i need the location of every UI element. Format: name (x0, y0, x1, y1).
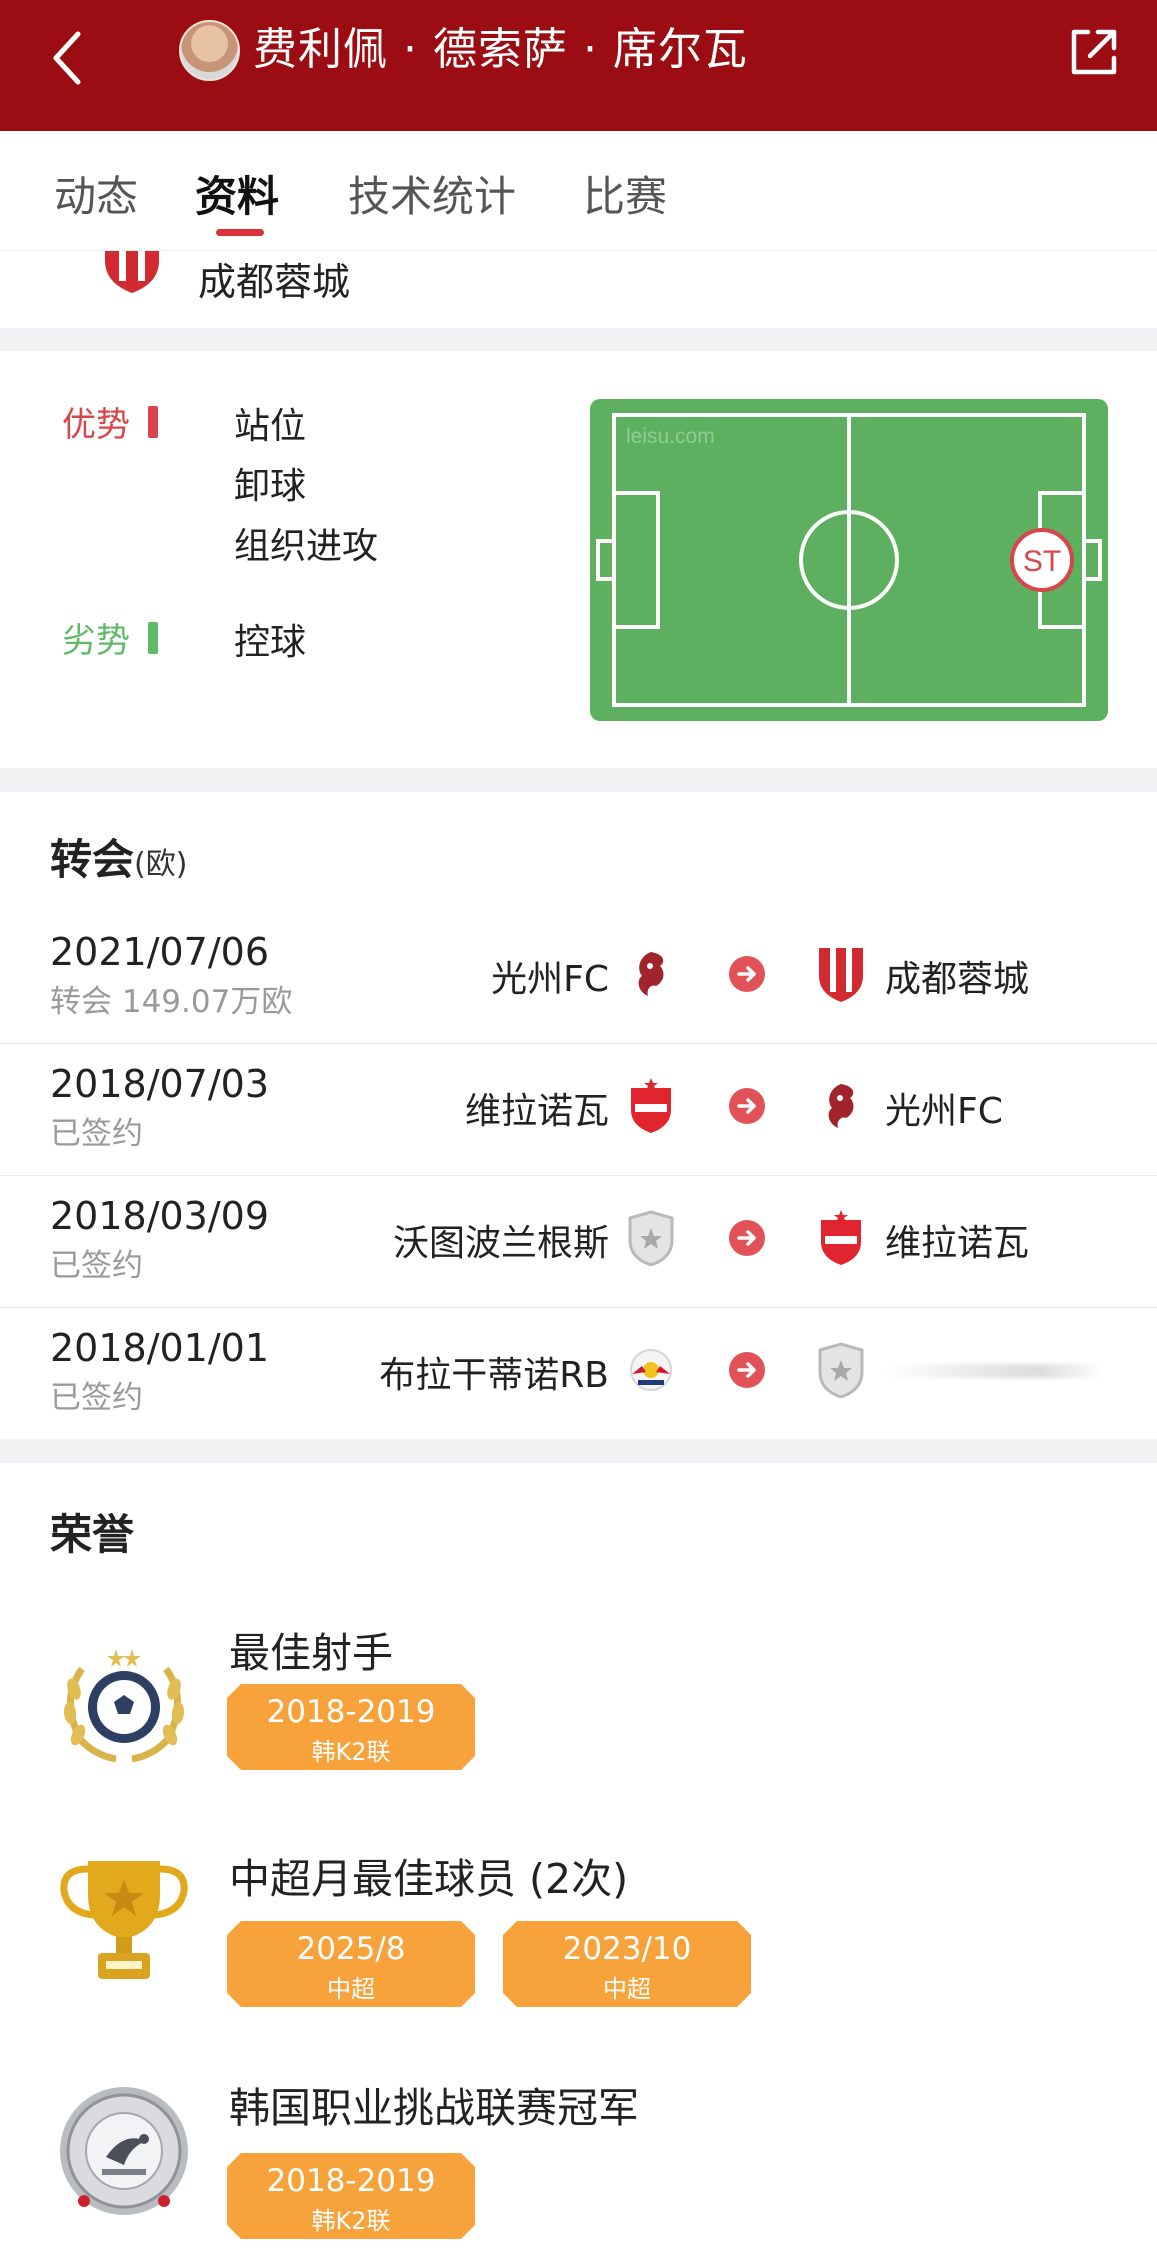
advantage-marker (148, 406, 158, 438)
tab-stats[interactable]: 技术统计 (348, 163, 516, 224)
badge-season: 2023/10 (562, 1931, 692, 1967)
active-tab-indicator (216, 229, 264, 236)
honor-season-badge[interactable]: 2018-2019 韩K2联 (227, 1684, 475, 1770)
to-club: 光州FC (885, 1091, 1003, 1132)
transfer-row[interactable]: 2018/07/03 已签约 维拉诺瓦 光州FC (0, 1044, 1157, 1176)
arrow-right-icon (729, 1352, 765, 1388)
from-club: 光州FC (491, 959, 609, 1000)
honor-title: 最佳射手 (229, 1629, 393, 1677)
share-icon[interactable] (1066, 24, 1122, 80)
badge-league: 韩K2联 (311, 1738, 391, 1766)
transfer-date: 2018/01/01 (50, 1326, 270, 1370)
badge-league: 中超 (603, 1975, 651, 2003)
honor-season-badge[interactable]: 2023/10 中超 (503, 1921, 751, 2007)
honor-season-badge[interactable]: 2018-2019 韩K2联 (227, 2153, 475, 2239)
arrow-right-icon (729, 956, 765, 992)
position-card: 优势 站位 卸球 组织进攻 劣势 控球 leisu.com ST (0, 351, 1157, 768)
arrow-right-icon (729, 1220, 765, 1256)
vila-nova-logo-icon (631, 1078, 671, 1133)
player-name: 费利佩 · 德索萨 · 席尔瓦 (253, 24, 748, 75)
position-marker-label: ST (1023, 545, 1061, 578)
transfer-note: 已签约 (50, 1116, 143, 1152)
from-club: 布拉干蒂诺RB (379, 1355, 609, 1396)
transfer-note: 已签约 (50, 1248, 143, 1284)
advantage-label: 优势 (62, 405, 130, 445)
advantage-item: 卸球 (234, 466, 307, 507)
to-club: 成都蓉城 (885, 959, 1030, 1000)
arrow-right-icon (729, 1088, 765, 1124)
vila-nova-logo-icon (821, 1210, 861, 1265)
honors-card: 荣誉 最佳射手 2018-2019 韩K2联 中超月最佳球员 (2次) 2025… (0, 1463, 1157, 2254)
badge-league: 中超 (327, 1975, 375, 2003)
transfer-row[interactable]: 2018/01/01 已签约 布拉干蒂诺RB (0, 1308, 1157, 1440)
tab-dynamics[interactable]: 动态 (54, 163, 138, 224)
trophy-cup-icon (60, 1861, 188, 1979)
transfer-date: 2018/07/03 (50, 1062, 270, 1106)
tab-bar: 动态 资料 技术统计 比赛 (0, 131, 1157, 251)
default-club-shield-icon (818, 1342, 864, 1398)
honors-title: 荣誉 (50, 1510, 135, 1559)
red-bull-logo-icon (630, 1349, 672, 1391)
transfer-date: 2018/03/09 (50, 1194, 270, 1238)
disadvantage-item: 控球 (234, 622, 307, 663)
badge-league: 韩K2联 (311, 2207, 391, 2235)
blurred-club-name (885, 1364, 1105, 1378)
transfers-title-text: 转会 (50, 835, 135, 884)
from-club: 维拉诺瓦 (464, 1091, 609, 1132)
disadvantage-marker (148, 622, 158, 654)
club-info-card: 成都蓉城 (0, 251, 1157, 328)
chengdu-club-logo-icon (105, 251, 159, 293)
transfer-row[interactable]: 2018/03/09 已签约 沃图波兰根斯 维拉诺瓦 (0, 1176, 1157, 1308)
from-club: 沃图波兰根斯 (392, 1223, 609, 1264)
tab-profile[interactable]: 资料 (195, 163, 279, 224)
transfers-title: 转会(欧) (50, 826, 187, 887)
default-club-shield-icon (628, 1210, 674, 1266)
transfer-row[interactable]: 2021/07/06 转会 149.07万欧 光州FC 成都蓉城 (0, 912, 1157, 1044)
badge-season: 2018-2019 (266, 2163, 436, 2199)
top-bar: 费利佩 · 德索萨 · 席尔瓦 (0, 0, 1157, 131)
current-club-name: 成都蓉城 (198, 260, 351, 304)
badge-season: 2025/8 (296, 1931, 406, 1967)
badge-season: 2018-2019 (266, 1694, 436, 1730)
advantage-item: 站位 (234, 406, 307, 447)
gwangju-fc-logo-icon (638, 952, 664, 996)
golden-boot-laurel-icon (63, 1649, 185, 1763)
player-avatar (179, 20, 240, 81)
advantage-item: 组织进攻 (234, 526, 379, 567)
transfer-note: 转会 149.07万欧 (50, 984, 293, 1020)
pitch-watermark: leisu.com (626, 425, 715, 448)
to-club: 维拉诺瓦 (885, 1223, 1030, 1264)
chevron-left-icon[interactable] (40, 28, 100, 88)
transfer-note: 已签约 (50, 1380, 143, 1416)
disadvantage-label: 劣势 (62, 621, 130, 661)
transfers-unit: (欧) (134, 847, 188, 882)
honor-title: 中超月最佳球员 (2次) (229, 1855, 629, 1903)
transfer-date: 2021/07/06 (50, 930, 270, 974)
league-plate-icon (60, 2087, 188, 2215)
gwangju-fc-logo-icon (828, 1084, 854, 1128)
transfers-card: 转会(欧) 2021/07/06 转会 149.07万欧 光州FC 成都蓉城 2… (0, 792, 1157, 1439)
chengdu-club-logo-icon (819, 948, 863, 1002)
honor-title: 韩国职业挑战联赛冠军 (229, 2084, 639, 2132)
honor-season-badge[interactable]: 2025/8 中超 (227, 1921, 475, 2007)
tab-matches[interactable]: 比赛 (583, 163, 667, 224)
football-pitch: leisu.com ST (590, 399, 1108, 721)
